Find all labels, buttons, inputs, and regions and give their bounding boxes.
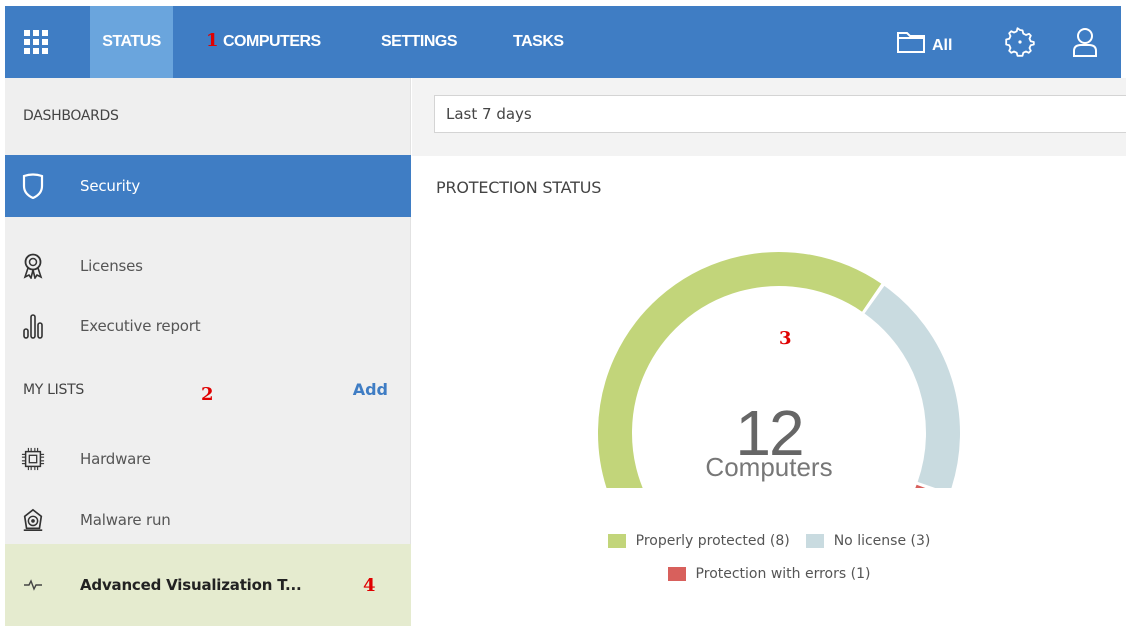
protection-status-title: PROTECTION STATUS <box>436 178 602 197</box>
user-icon <box>1073 28 1097 57</box>
pulse-icon <box>21 573 45 597</box>
legend-label: Properly protected (8) <box>635 533 790 549</box>
top-navigation-bar-inner: STATUS COMPUTERS SETTINGS TASKS All <box>5 6 1121 78</box>
folder-icon <box>897 32 925 53</box>
apps-menu-button[interactable] <box>5 6 67 78</box>
legend-swatch <box>607 534 626 548</box>
legend-label: No license (3) <box>833 533 931 549</box>
chart-legend-row-1: Properly protected (8) No license (3) <box>412 533 1126 549</box>
legend-item-properly-protected[interactable]: Properly protected (8) <box>607 533 790 549</box>
annotation-marker-2: 2 <box>201 384 214 405</box>
chip-icon <box>21 447 45 471</box>
date-range-value: Last 7 days <box>446 105 532 123</box>
malware-icon <box>21 508 45 532</box>
award-icon <box>21 253 45 279</box>
filter-bar: Last 7 days <box>412 78 1126 156</box>
sidebar: DASHBOARDS Security Licenses Executive r… <box>5 78 411 626</box>
settings-button[interactable] <box>1005 6 1035 78</box>
sidebar-item-label: Security <box>80 177 140 195</box>
legend-swatch <box>667 567 686 581</box>
tab-settings[interactable]: SETTINGS <box>381 6 458 78</box>
sidebar-item-hardware[interactable]: Hardware <box>5 435 411 483</box>
sidebar-item-label: Licenses <box>80 257 143 275</box>
add-list-link[interactable]: Add <box>353 380 388 399</box>
tab-status[interactable]: STATUS <box>90 6 173 78</box>
main-content: Last 7 days PROTECTION STATUS 3 12 Compu… <box>412 78 1126 626</box>
sidebar-item-malware-run[interactable]: Malware run <box>5 496 411 544</box>
legend-item-protection-errors[interactable]: Protection with errors (1) <box>667 566 871 582</box>
bar-report-icon <box>21 314 45 339</box>
sidebar-item-label: Advanced Visualization T... <box>80 576 302 594</box>
legend-label: Protection with errors (1) <box>695 566 871 582</box>
sidebar-item-label: Malware run <box>80 511 171 529</box>
folder-filter-button[interactable]: All <box>896 6 952 78</box>
my-lists-header: MY LISTS <box>23 382 84 398</box>
sidebar-item-executive-report[interactable]: Executive report <box>5 302 411 350</box>
shield-icon <box>21 173 45 199</box>
apps-grid-icon <box>24 30 48 54</box>
annotation-marker-3: 3 <box>779 328 792 349</box>
sidebar-item-label: Hardware <box>80 450 151 468</box>
chart-legend-row-2: Protection with errors (1) <box>412 566 1126 582</box>
gear-icon <box>1005 27 1035 57</box>
tab-computers[interactable]: COMPUTERS <box>223 6 321 78</box>
user-account-button[interactable] <box>1072 6 1098 78</box>
legend-item-no-license[interactable]: No license (3) <box>805 533 931 549</box>
folder-filter-label: All <box>932 37 953 54</box>
legend-swatch <box>805 534 824 548</box>
total-computers-unit: Computers <box>705 452 833 482</box>
sidebar-item-label: Executive report <box>80 317 201 335</box>
date-range-select[interactable]: Last 7 days <box>434 95 1126 133</box>
sidebar-item-security[interactable]: Security <box>5 155 411 217</box>
annotation-marker-1: 1 <box>206 30 219 51</box>
annotation-marker-4: 4 <box>363 575 376 596</box>
dashboards-header: DASHBOARDS <box>23 108 119 124</box>
sidebar-item-advanced-visualization[interactable]: Advanced Visualization T... 4 <box>5 544 411 626</box>
top-navigation-bar: STATUS COMPUTERS SETTINGS TASKS All 1 <box>0 0 1126 78</box>
sidebar-item-licenses[interactable]: Licenses <box>5 242 411 290</box>
tab-tasks[interactable]: TASKS <box>513 6 564 78</box>
